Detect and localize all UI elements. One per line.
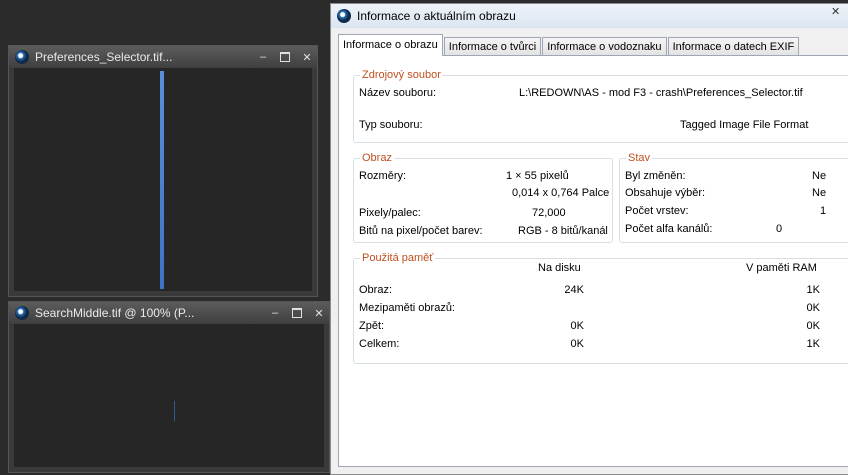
dimensions-label: Rozměry:: [359, 170, 407, 182]
group-image: Obraz Rozměry: 1 × 55 pixelů 0,014 x 0,7…: [353, 152, 613, 243]
file-name-value: L:\REDOWN\AS - mod F3 - crash\Preference…: [519, 87, 803, 99]
app-icon: [15, 306, 29, 320]
dimensions-inches-value: 0,014 x 0,764 Palce: [512, 187, 610, 199]
maximize-button[interactable]: [280, 52, 290, 62]
file-type-label: Typ souboru:: [359, 119, 423, 131]
doc-window-title: Preferences_Selector.tif...: [35, 50, 173, 64]
memory-row-ram: 1K: [806, 338, 820, 350]
memory-row-label: Celkem:: [359, 338, 400, 350]
alpha-count-value: 0: [776, 223, 783, 235]
close-button[interactable]: ✕: [297, 51, 317, 64]
layer-count-label: Počet vrstev:: [625, 205, 689, 217]
group-legend: Stav: [626, 152, 653, 164]
tab-author-info[interactable]: Informace o tvůrci: [443, 37, 542, 56]
group-source-file: Zdrojový soubor Název souboru: L:\REDOWN…: [353, 69, 848, 143]
tab-image-info[interactable]: Informace o obrazu: [338, 34, 443, 56]
memory-row-label: Obraz:: [359, 284, 393, 296]
minimize-button[interactable]: –: [253, 51, 273, 63]
bit-depth-value: RGB - 8 bitů/kanál: [518, 225, 608, 237]
image-canvas[interactable]: [14, 324, 324, 467]
has-selection-value: Ne: [812, 187, 827, 199]
doc-window-titlebar[interactable]: Preferences_Selector.tif... – ✕: [9, 46, 317, 68]
image-pixel-line: [174, 401, 175, 421]
doc-window-preferences-selector[interactable]: Preferences_Selector.tif... – ✕: [8, 45, 318, 297]
memory-row-ram: 1K: [806, 284, 820, 296]
column-header-ram: V paměti RAM: [746, 262, 817, 274]
close-button[interactable]: ✕: [309, 307, 329, 320]
image-canvas[interactable]: [14, 68, 312, 291]
memory-row-disk: 24K: [564, 284, 584, 296]
memory-row-ram: 0K: [806, 302, 820, 314]
app-icon: [15, 50, 29, 64]
memory-row-ram: 0K: [806, 320, 820, 332]
file-type-value: Tagged Image File Format: [680, 119, 809, 131]
column-header-disk: Na disku: [538, 262, 581, 274]
modified-value: Ne: [812, 170, 827, 182]
alpha-count-label: Počet alfa kanálů:: [625, 223, 713, 235]
group-legend: Použitá paměť: [360, 252, 436, 264]
image-info-dialog[interactable]: Informace o aktuálním obrazu ✕ Informace…: [330, 3, 848, 475]
dialog-title: Informace o aktuálním obrazu: [357, 9, 516, 23]
doc-window-title: SearchMiddle.tif @ 100% (P...: [35, 306, 195, 320]
minimize-button[interactable]: –: [265, 307, 285, 319]
dialog-titlebar[interactable]: Informace o aktuálním obrazu: [331, 4, 848, 28]
ppi-value: 72,000: [532, 207, 566, 219]
memory-row-label: Zpět:: [359, 320, 385, 332]
bit-depth-label: Bitů na pixel/počet barev:: [359, 225, 483, 237]
modified-label: Byl změněn:: [625, 170, 686, 182]
tab-watermark-info[interactable]: Informace o vodoznaku: [542, 37, 667, 56]
group-state: Stav Byl změněn: Ne Obsahuje výběr: Ne P…: [619, 152, 848, 243]
group-legend: Zdrojový soubor: [360, 69, 443, 81]
memory-row-disk: 0K: [570, 338, 584, 350]
group-memory-used: Použitá paměť Na disku V paměti RAM Obra…: [353, 252, 848, 364]
tab-panel-image-info: Zdrojový soubor Název souboru: L:\REDOWN…: [338, 55, 848, 467]
doc-window-titlebar[interactable]: SearchMiddle.tif @ 100% (P... – ✕: [9, 302, 329, 324]
dialog-close-button[interactable]: ✕: [831, 7, 841, 18]
memory-row-disk: 0K: [570, 320, 584, 332]
file-name-label: Název souboru:: [359, 87, 437, 99]
image-pixel-strip: [160, 71, 164, 289]
ppi-label: Pixely/palec:: [359, 207, 421, 219]
maximize-button[interactable]: [292, 308, 302, 318]
tab-exif-info[interactable]: Informace o datech EXIF: [667, 37, 800, 56]
memory-row-label: Mezipaměti obrazů:: [359, 302, 455, 314]
has-selection-label: Obsahuje výběr:: [625, 187, 706, 199]
layer-count-value: 1: [820, 205, 827, 217]
tab-strip: Informace o obrazu Informace o tvůrci In…: [338, 34, 800, 56]
doc-window-search-middle[interactable]: SearchMiddle.tif @ 100% (P... – ✕: [8, 301, 330, 473]
app-icon: [337, 9, 351, 23]
group-legend: Obraz: [360, 152, 394, 164]
dimensions-pixels-value: 1 × 55 pixelů: [506, 170, 569, 182]
